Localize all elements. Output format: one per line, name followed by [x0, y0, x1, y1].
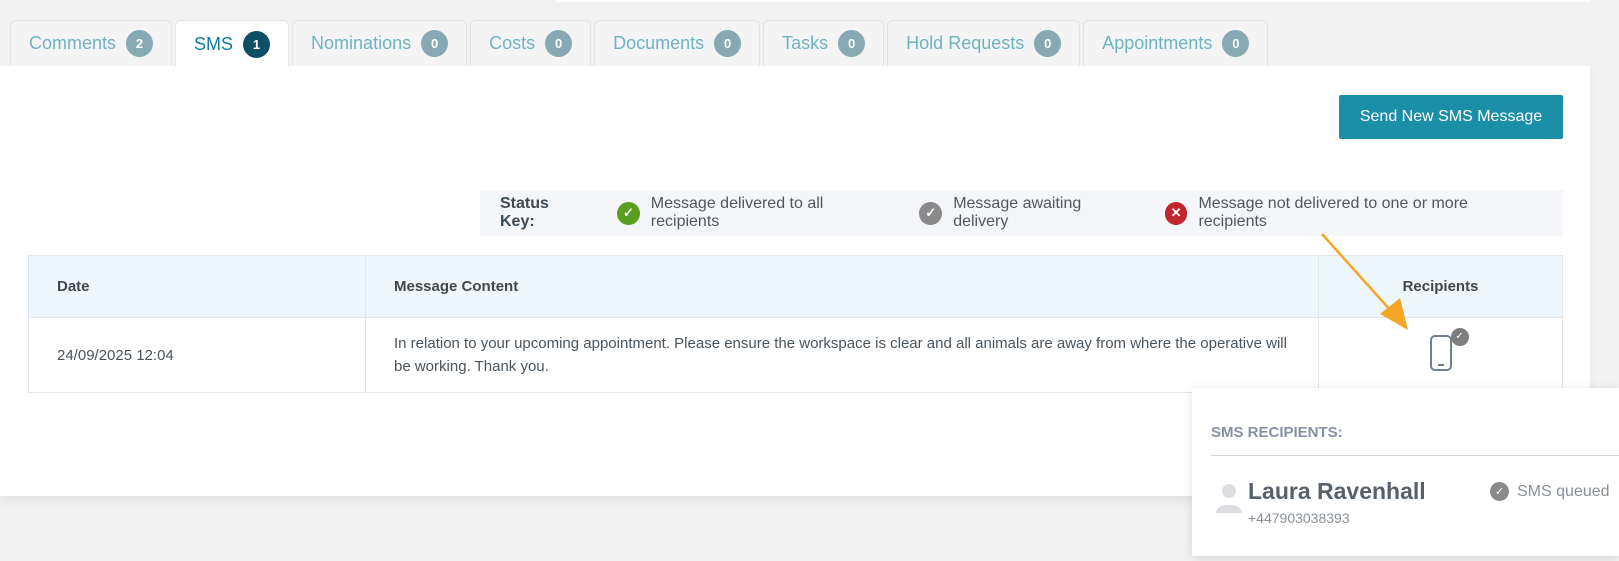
status-key-label: Message delivered to all recipients: [650, 195, 824, 230]
check-icon: ✓: [1450, 327, 1469, 346]
recipient-phone: +447903038393: [1248, 510, 1350, 526]
send-new-sms-button[interactable]: Send New SMS Message: [1339, 95, 1563, 139]
status-key-title: Status Key:: [500, 195, 549, 230]
popup-title: SMS RECIPIENTS:: [1211, 424, 1343, 441]
status-key: Status Key: ✓ Message delivered to all r…: [480, 190, 1563, 236]
tab-bar: Comments 2 SMS 1 Nominations 0 Costs 0 D…: [10, 20, 1271, 67]
tab-count-badge: 0: [714, 30, 742, 57]
tab-count-badge: 0: [1034, 30, 1062, 57]
status-key-awaiting: ✓ Message awaiting delivery: [919, 195, 1138, 231]
recipient-status-label: SMS queued: [1517, 482, 1610, 500]
tab-appointments[interactable]: Appointments 0: [1083, 20, 1269, 66]
recipients-phone-button[interactable]: ✓: [1425, 327, 1469, 372]
status-key-label: Message awaiting delivery: [953, 195, 1082, 230]
status-key-failed: ✕ Message not delivered to one or more r…: [1164, 195, 1537, 231]
tab-documents[interactable]: Documents 0: [594, 20, 761, 66]
user-icon: [1216, 484, 1242, 513]
tab-count-badge: 0: [838, 30, 866, 57]
tab-tasks[interactable]: Tasks 0: [763, 20, 885, 66]
check-icon: ✓: [919, 201, 943, 225]
tab-label: Comments: [29, 33, 117, 53]
mobile-phone-icon: [1429, 334, 1452, 371]
recipient-name: Laura Ravenhall: [1248, 478, 1426, 504]
check-icon: ✓: [1490, 482, 1509, 501]
status-key-label: Message not delivered to one or more rec…: [1198, 195, 1468, 230]
tab-label: Nominations: [311, 33, 412, 53]
tab-count-badge: 0: [1222, 30, 1250, 57]
tab-count-badge: 1: [243, 30, 271, 58]
top-strip: [556, 0, 1590, 2]
tab-label: Tasks: [782, 33, 829, 53]
tab-label: Documents: [613, 33, 705, 53]
annotation-arrow-icon: [1321, 233, 1408, 330]
tab-label: Appointments: [1102, 33, 1213, 53]
tab-label: Hold Requests: [906, 33, 1025, 53]
header-message-content: Message Content: [365, 255, 1319, 318]
header-date: Date: [28, 255, 366, 318]
status-key-delivered: ✓ Message delivered to all recipients: [617, 195, 893, 231]
tab-comments[interactable]: Comments 2: [10, 20, 173, 66]
divider: [1211, 455, 1619, 456]
tab-label: SMS: [194, 33, 234, 54]
x-icon: ✕: [1164, 201, 1188, 225]
cell-date: 24/09/2025 12:04: [28, 317, 366, 393]
tab-costs[interactable]: Costs 0: [470, 20, 592, 66]
tab-count-badge: 0: [421, 30, 449, 57]
tab-sms[interactable]: SMS 1: [175, 20, 290, 67]
recipient-status: ✓ SMS queued: [1490, 482, 1610, 501]
tab-count-badge: 0: [545, 30, 573, 57]
tab-label: Costs: [489, 33, 536, 53]
tab-hold-requests[interactable]: Hold Requests 0: [887, 20, 1081, 66]
check-icon: ✓: [617, 201, 640, 225]
sms-recipients-popup: SMS RECIPIENTS: Laura Ravenhall +4479030…: [1192, 388, 1619, 556]
cell-message-content: In relation to your upcoming appointment…: [365, 317, 1319, 393]
tab-nominations[interactable]: Nominations 0: [292, 20, 468, 66]
tab-count-badge: 2: [126, 30, 154, 57]
